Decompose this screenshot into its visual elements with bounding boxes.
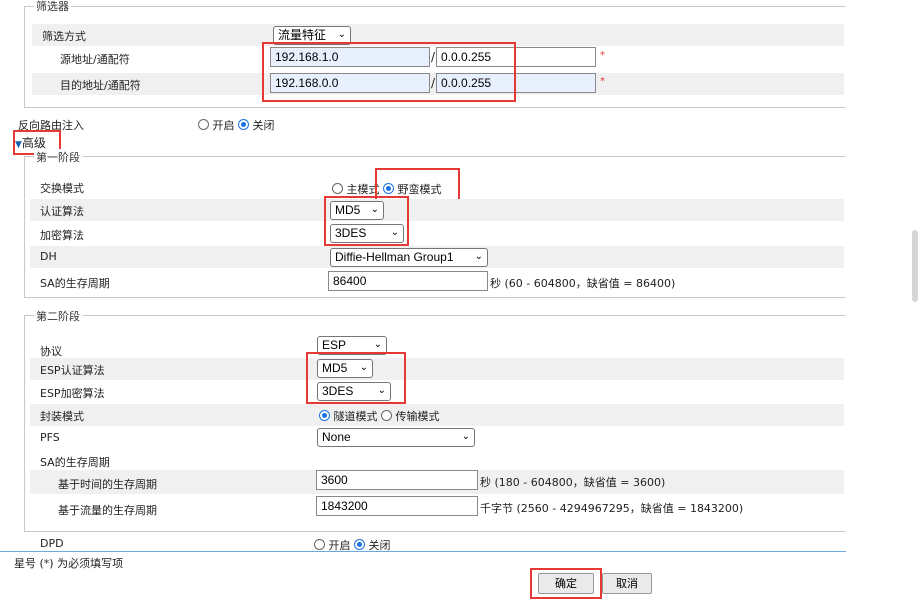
dpd-on-radio[interactable] [314,539,325,550]
encap-radio-group: 隧道模式 传输模式 [319,408,440,424]
scrollbar-thumb[interactable] [912,230,918,302]
transport-mode-label: 传输模式 [395,410,440,423]
required-note: 星号 (*) 为必须填写项 [14,557,124,570]
tunnel-mode-radio[interactable] [319,410,330,421]
pfs-value: None [322,430,351,444]
dst-label: 目的地址/通配符 [60,79,141,92]
dh-value: Diffie-Hellman Group1 [335,250,454,264]
reverse-route-radio-group: 开启 关闭 [198,117,275,133]
chevron-down-icon: ⌄ [474,251,483,262]
dpd-divider [0,551,846,552]
exchange-label: 交换模式 [40,182,84,195]
traffic-lifetime-label: 基于流量的生存周期 [58,504,157,517]
highlight-box-ok [530,568,602,599]
auth-label: 认证算法 [40,205,84,218]
reverse-route-off-radio[interactable] [238,119,249,130]
reverse-route-on-label: 开启 [212,119,235,132]
enc-label: 加密算法 [40,229,84,242]
highlight-box-addresses [262,42,516,102]
auth-row: 认证算法 [30,199,844,221]
time-lifetime-hint: 秒 (180 - 604800，缺省值 = 3600) [480,476,666,489]
traffic-lifetime-input[interactable]: 1843200 [316,496,478,516]
reverse-route-on-radio[interactable] [198,119,209,130]
dpd-off-radio[interactable] [354,539,365,550]
pfs-label: PFS [40,431,60,444]
highlight-box-phase1-algos [324,196,409,246]
src-label: 源地址/通配符 [60,53,130,66]
pfs-select[interactable]: None ⌄ [317,428,475,447]
sa1-label: SA的生存周期 [40,277,110,290]
dst-required-star: * [600,76,605,87]
sa1-hint: 秒 (60 - 604800，缺省值 = 86400) [490,277,676,290]
reverse-route-off-label: 关闭 [252,119,275,132]
dh-select[interactable]: Diffie-Hellman Group1 ⌄ [330,248,488,267]
chevron-down-icon: ⌄ [373,339,382,350]
protocol-row: 协议 [30,335,844,358]
phase1-legend: 第一阶段 [34,149,82,165]
time-lifetime-label: 基于时间的生存周期 [58,478,157,491]
chevron-down-icon: ⌄ [461,431,470,442]
sa2-label: SA的生存周期 [40,456,110,469]
dh-label: DH [40,250,57,263]
esp-enc-row: ESP加密算法 [30,381,844,403]
dpd-label: DPD [40,537,64,550]
esp-enc-label: ESP加密算法 [40,387,105,400]
esp-auth-row: ESP认证算法 [30,358,844,380]
filter-method-value: 流量特征 [278,28,327,42]
traffic-lifetime-hint: 千字节 (2560 - 4294967295，缺省值 = 1843200) [480,502,744,515]
sa1-input[interactable]: 86400 [328,271,488,291]
src-required-star: * [600,50,605,61]
cancel-button[interactable]: 取消 [602,573,652,594]
phase2-legend: 第二阶段 [34,308,82,324]
enc-row: 加密算法 [30,223,844,245]
filter-method-label: 筛选方式 [42,30,86,43]
esp-auth-label: ESP认证算法 [40,364,105,377]
time-lifetime-input[interactable]: 3600 [316,470,478,490]
protocol-label: 协议 [40,345,62,358]
tunnel-mode-label: 隧道模式 [333,410,378,423]
main-mode-radio[interactable] [332,183,343,194]
filter-legend: 筛选器 [34,0,71,14]
encap-label: 封装模式 [40,410,84,423]
sa2-row: SA的生存周期 [30,450,844,472]
transport-mode-radio[interactable] [381,410,392,421]
protocol-value: ESP [322,338,347,352]
chevron-down-icon: ⌄ [337,29,346,40]
highlight-box-phase2-algos [306,352,406,404]
